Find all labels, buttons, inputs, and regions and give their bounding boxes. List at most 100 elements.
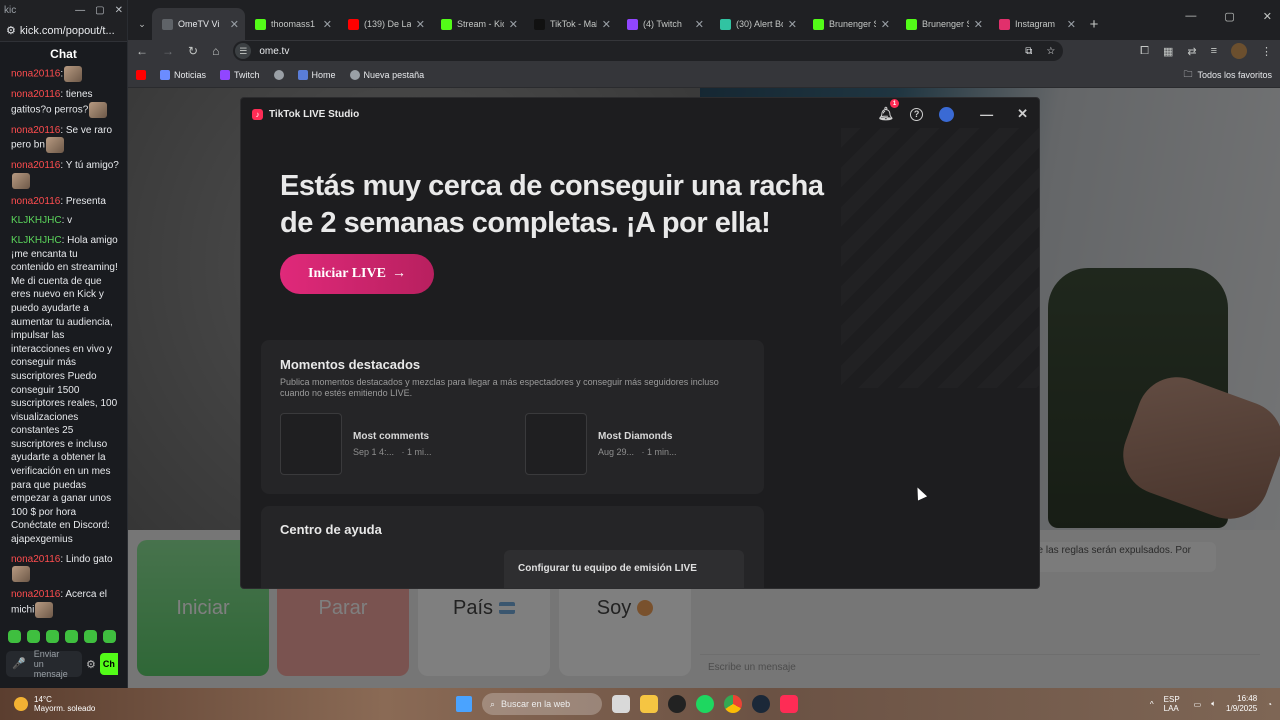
- more-menu-icon[interactable]: ⋮: [1261, 45, 1272, 58]
- browser-tab[interactable]: Instagram ✕: [989, 8, 1082, 40]
- tt-app-title: TikTok LIVE Studio: [269, 108, 360, 120]
- tt-close-button[interactable]: ✕: [1017, 106, 1028, 122]
- language-indicator[interactable]: ESP LAA: [1164, 695, 1184, 713]
- highlight-clip[interactable]: Most Diamonds Aug 29... · 1 min...: [525, 413, 677, 475]
- close-button[interactable]: ✕: [115, 5, 123, 16]
- chat-username[interactable]: nona20116: [11, 125, 60, 136]
- address-bar[interactable]: ☰ ome.tv ⧉ ☆: [233, 41, 1064, 61]
- chrome-icon[interactable]: [724, 695, 742, 713]
- highlight-clip[interactable]: Most comments Sep 1 4:... · 1 mi...: [280, 413, 432, 475]
- emote-icon[interactable]: [8, 630, 21, 643]
- tab-favicon-icon: [813, 18, 824, 30]
- tab-close-icon[interactable]: ✕: [509, 18, 518, 31]
- emote-icon[interactable]: [84, 630, 97, 643]
- notifications-icon[interactable]: ◔: [1267, 700, 1272, 709]
- bell-icon[interactable]: 🔔︎ 1: [878, 99, 900, 122]
- browser-tab[interactable]: (4) Twitch ✕: [617, 8, 710, 40]
- browser-tab[interactable]: TikTok - Make ✕: [524, 8, 617, 40]
- start-icon[interactable]: [456, 696, 472, 712]
- tt-minimize-button[interactable]: —: [980, 107, 993, 122]
- gear-icon[interactable]: ⚙: [86, 658, 96, 671]
- network-icon[interactable]: ▭: [1194, 700, 1202, 709]
- emote-icon[interactable]: [65, 630, 78, 643]
- bookmark-star-icon[interactable]: ☆: [1046, 46, 1055, 57]
- weather-widget[interactable]: 14°C Mayorm. soleado: [0, 695, 95, 713]
- search-icon: ⌕: [490, 698, 496, 709]
- translate-icon[interactable]: ⇄: [1187, 45, 1196, 58]
- bookmark-new-tab[interactable]: Nueva pestaña: [349, 69, 424, 80]
- bookmark-home[interactable]: Home: [297, 69, 336, 80]
- start-live-button[interactable]: Iniciar LIVE →: [280, 254, 434, 294]
- home-icon[interactable]: ⌂: [212, 44, 219, 58]
- minimize-button[interactable]: —: [75, 5, 85, 16]
- tab-groups-icon[interactable]: ▦: [1163, 45, 1173, 58]
- site-info-icon[interactable]: ☰: [235, 43, 252, 59]
- minimize-button[interactable]: —: [1185, 10, 1196, 23]
- emote-icon[interactable]: [103, 630, 116, 643]
- all-bookmarks[interactable]: 🗀 Todos los favoritos: [1183, 67, 1272, 83]
- maximize-button[interactable]: ▢: [1224, 10, 1234, 23]
- chat-username[interactable]: KLJKHJHC: [11, 215, 62, 226]
- browser-tab[interactable]: Stream - Kick ✕: [431, 8, 524, 40]
- profile-avatar[interactable]: [1231, 43, 1247, 59]
- chat-username[interactable]: nona20116: [11, 196, 60, 207]
- tt-profile-avatar[interactable]: [939, 106, 955, 122]
- help-icon[interactable]: ?: [910, 107, 924, 121]
- volume-icon[interactable]: 🔈︎: [1211, 699, 1216, 709]
- tab-close-icon[interactable]: ✕: [695, 18, 704, 31]
- microphone-icon[interactable]: 🎤: [12, 659, 26, 670]
- tab-close-icon[interactable]: ✕: [1067, 18, 1076, 31]
- chevron-up-icon[interactable]: ^: [1150, 700, 1154, 709]
- help-article-card[interactable]: Configurar tu equipo de emisión LIVE: [504, 550, 744, 588]
- tab-search-button[interactable]: ⌄: [132, 8, 152, 40]
- obs-icon[interactable]: [668, 695, 686, 713]
- tab-close-icon[interactable]: ✕: [230, 18, 239, 31]
- bookmark-youtube[interactable]: [136, 69, 146, 80]
- tab-close-icon[interactable]: ✕: [602, 18, 611, 31]
- chat-address-bar[interactable]: ⚙ kick.com/popout/t...: [0, 20, 127, 42]
- back-icon[interactable]: ←: [136, 44, 148, 58]
- chat-username[interactable]: nona20116: [11, 160, 60, 171]
- maximize-button[interactable]: ▢: [95, 5, 104, 16]
- reload-icon[interactable]: ↻: [188, 44, 198, 58]
- emote-icon[interactable]: [27, 630, 40, 643]
- bookmark-label: Noticias: [174, 69, 207, 80]
- extensions-icon[interactable]: ⧠: [1140, 45, 1149, 58]
- bookmark-twitch[interactable]: Twitch: [220, 69, 260, 80]
- browser-tab[interactable]: (139) De La Gh ✕: [338, 8, 431, 40]
- browser-tab[interactable]: OmeTV Vi ✕: [152, 8, 245, 40]
- chat-username[interactable]: KLJKHJHC: [11, 235, 62, 246]
- clock[interactable]: 16:48 1/9/2025: [1226, 694, 1257, 714]
- bookmark-noticias[interactable]: Noticias: [160, 69, 207, 80]
- file-explorer-icon[interactable]: [640, 695, 658, 713]
- bookmark-globe[interactable]: [273, 69, 284, 80]
- close-button[interactable]: ✕: [1263, 10, 1272, 23]
- tab-close-icon[interactable]: ✕: [974, 18, 983, 31]
- task-view-icon[interactable]: [612, 695, 630, 713]
- chat-message-input[interactable]: 🎤 Enviar un mensaje: [6, 649, 82, 679]
- steam-icon[interactable]: [752, 695, 770, 713]
- browser-tab[interactable]: (30) Alert Box ✕: [710, 8, 803, 40]
- chat-username[interactable]: nona20116: [11, 69, 60, 80]
- tab-close-icon[interactable]: ✕: [416, 18, 425, 31]
- forward-icon[interactable]: →: [162, 44, 174, 58]
- tiktok-studio-icon[interactable]: [780, 695, 798, 713]
- new-tab-button[interactable]: +: [1082, 8, 1106, 40]
- emote-icon[interactable]: [46, 630, 59, 643]
- chat-username[interactable]: nona20116: [11, 554, 60, 565]
- spotify-icon[interactable]: [696, 695, 714, 713]
- browser-tab[interactable]: Brunenger Str ✕: [803, 8, 896, 40]
- tab-close-icon[interactable]: ✕: [881, 18, 890, 31]
- reading-list-icon[interactable]: ≡: [1211, 45, 1217, 57]
- install-app-icon[interactable]: ⧉: [1025, 46, 1032, 57]
- taskbar-search[interactable]: ⌕ Buscar en la web: [482, 693, 602, 715]
- tab-close-icon[interactable]: ✕: [323, 18, 332, 31]
- browser-tab[interactable]: Brunenger Str ✕: [896, 8, 989, 40]
- tab-favicon-icon: [255, 18, 266, 30]
- chat-send-button[interactable]: Ch: [99, 653, 118, 675]
- tab-close-icon[interactable]: ✕: [788, 18, 797, 31]
- browser-tab[interactable]: thoomass1 Str ✕: [245, 8, 338, 40]
- chat-username[interactable]: nona20116: [11, 589, 60, 600]
- site-settings-icon[interactable]: ⚙: [6, 24, 16, 37]
- chat-username[interactable]: nona20116: [11, 89, 60, 100]
